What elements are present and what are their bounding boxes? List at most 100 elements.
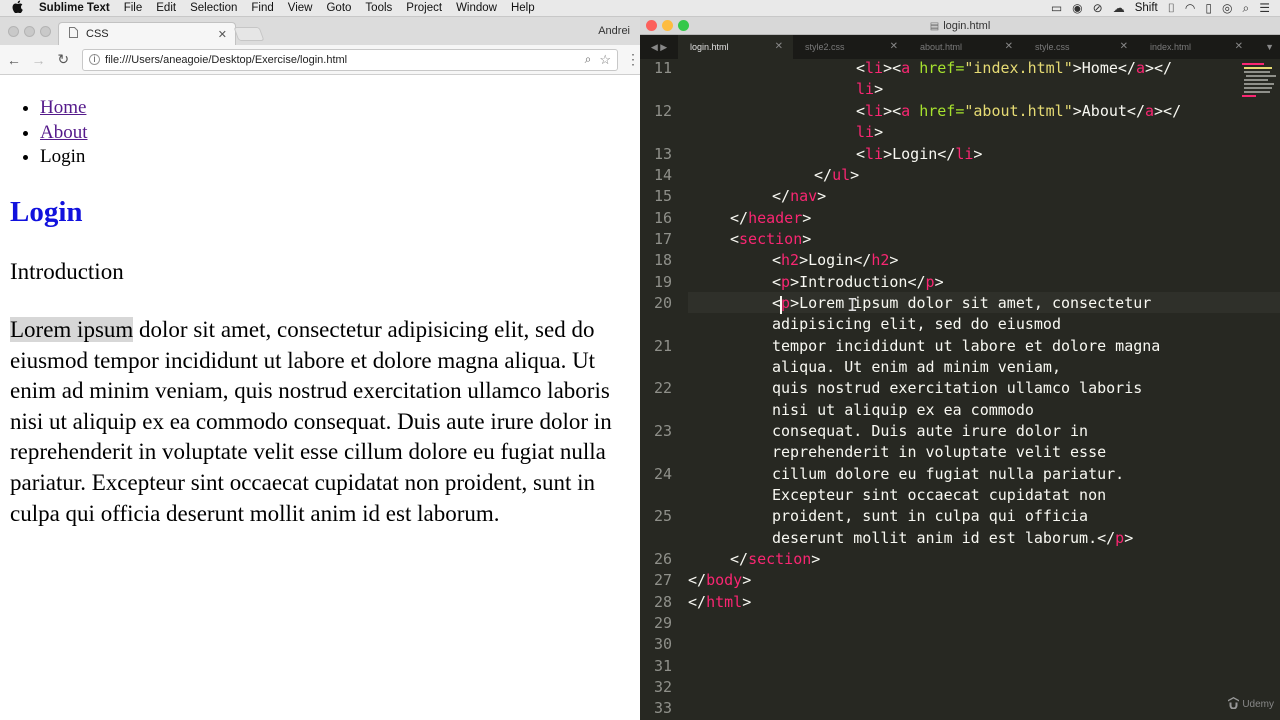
close-icon[interactable]: ✕	[218, 28, 227, 41]
browser-tab[interactable]: CSS ✕	[58, 22, 236, 45]
tab-dropdown-icon[interactable]: ▼	[1265, 42, 1274, 52]
close-icon[interactable]: ✕	[890, 41, 898, 52]
line-number: 13	[653, 145, 672, 163]
code-area[interactable]: <li><a href="index.html">Home</a></ li> …	[688, 59, 1233, 720]
editor-zoom-button[interactable]	[678, 20, 689, 31]
code-line: proident, sunt in culpa qui officia	[772, 507, 1089, 525]
screen-mirroring-icon[interactable]: ▭	[1051, 1, 1062, 15]
menu-edit[interactable]: Edit	[149, 2, 183, 14]
code-line: <li><a href="about.html">About</a></	[856, 102, 1182, 120]
forward-arrow-icon[interactable]: →	[28, 52, 50, 68]
file-icon: ▤	[929, 21, 940, 32]
editor-window-title: login.html	[943, 20, 991, 32]
line-number: 31	[653, 657, 672, 675]
code-line: <p>Lorem ipsum dolor sit amet, consectet…	[772, 294, 1152, 312]
menu-project[interactable]: Project	[399, 2, 449, 14]
code-line: </header>	[730, 209, 812, 227]
bookmark-star-icon[interactable]: ☆	[599, 52, 611, 68]
code-line: quis nostrud exercitation ullamco labori…	[772, 379, 1143, 397]
back-arrow-icon[interactable]: ←	[3, 52, 25, 68]
lorem-paragraph: Lorem ipsum dolor sit amet, consectetur …	[10, 315, 622, 529]
close-icon[interactable]: ✕	[1235, 41, 1243, 52]
record-icon[interactable]: ◉	[1072, 1, 1082, 15]
line-number: 28	[653, 593, 672, 611]
close-icon[interactable]: ✕	[1120, 41, 1128, 52]
line-number: 25	[653, 507, 672, 525]
battery-icon[interactable]: ▯	[1205, 1, 1212, 15]
menu-view[interactable]: View	[281, 2, 320, 14]
list-item: Login	[40, 145, 88, 170]
circle-slash-icon[interactable]: ⊘	[1093, 1, 1103, 15]
menu-bar: Sublime Text File Edit Selection Find Vi…	[0, 0, 1280, 17]
menu-find[interactable]: Find	[244, 2, 280, 14]
menu-selection[interactable]: Selection	[183, 2, 244, 14]
line-number: 20	[653, 294, 672, 312]
editor-tab[interactable]: about.html ✕	[908, 35, 1023, 59]
line-number: 12	[653, 102, 672, 120]
line-number: 14	[653, 166, 672, 184]
zoom-icon[interactable]: ⌕	[585, 52, 592, 67]
code-line: li>	[856, 123, 884, 141]
wifi-icon[interactable]: ◠	[1185, 1, 1195, 15]
minimap[interactable]	[1238, 59, 1278, 119]
nav-list: Home About Login	[40, 96, 88, 170]
window-close-button[interactable]	[8, 26, 19, 37]
editor-tab[interactable]: login.html ✕	[678, 35, 793, 59]
code-line: reprehenderit in voluptate velit esse	[772, 443, 1107, 461]
code-line: <p>Introduction</p>	[772, 273, 944, 291]
editor-tab[interactable]: style.css ✕	[1023, 35, 1138, 59]
nav-item-login: Login	[40, 146, 86, 167]
code-line: consequat. Duis aute irure dolor in	[772, 422, 1089, 440]
menu-file[interactable]: File	[117, 2, 150, 14]
line-number: 33	[653, 699, 672, 717]
line-number: 23	[653, 422, 672, 440]
spotlight-search-icon[interactable]: ⌕	[1243, 1, 1250, 16]
siri-icon[interactable]: ◎	[1222, 1, 1232, 15]
tab-scroll-arrows-icon[interactable]: ◀ ▶	[640, 42, 678, 53]
menu-window[interactable]: Window	[449, 2, 504, 14]
editor-tab[interactable]: index.html ✕	[1138, 35, 1253, 59]
new-tab-button[interactable]	[233, 27, 265, 41]
menu-goto[interactable]: Goto	[319, 2, 358, 14]
code-line: </body>	[688, 571, 752, 589]
window-minimize-button[interactable]	[24, 26, 35, 37]
status-icons: ▭ ◉ ⊘ ☁ Shift ⌷ ◠ ▯ ◎ ⌕ ☰	[1051, 1, 1280, 16]
editor-tab-label: about.html	[920, 42, 963, 52]
web-page-content: Home About Login Login Introduction Lore…	[0, 76, 640, 720]
address-bar[interactable]: i file:///Users/aneagoie/Desktop/Exercis…	[82, 48, 618, 71]
line-number: 22	[653, 379, 672, 397]
reload-icon[interactable]: ↻	[52, 51, 74, 68]
close-icon[interactable]: ✕	[775, 41, 783, 52]
editor-minimize-button[interactable]	[662, 20, 673, 31]
info-icon[interactable]: i	[89, 54, 101, 65]
document-icon	[69, 27, 78, 41]
editor-close-button[interactable]	[646, 20, 657, 31]
close-icon[interactable]: ✕	[1005, 41, 1013, 52]
nav-link-about[interactable]: About	[40, 122, 88, 143]
editor-tab-label: style2.css	[805, 42, 845, 52]
menu-app-sublime-text[interactable]: Sublime Text	[34, 2, 117, 14]
code-line: Excepteur sint occaecat cupidatat non	[772, 486, 1107, 504]
line-number: 17	[653, 230, 672, 248]
line-number: 21	[653, 337, 672, 355]
notification-center-icon[interactable]: ☰	[1259, 1, 1270, 15]
editor-tab[interactable]: style2.css ✕	[793, 35, 908, 59]
menu-tools[interactable]: Tools	[358, 2, 399, 14]
menu-help[interactable]: Help	[504, 2, 542, 14]
code-line: li>	[856, 80, 884, 98]
url-text: file:///Users/aneagoie/Desktop/Exercise/…	[105, 53, 348, 66]
intro-paragraph: Introduction	[10, 259, 124, 284]
apple-icon[interactable]	[0, 0, 34, 16]
page-heading: Login	[10, 196, 83, 228]
udemy-label: Udemy	[1242, 699, 1274, 710]
line-number-gutter: 11 12 13 14 15 16 17 18 19 20 21 22 23 24 25 26 27 28 29 30…	[640, 59, 684, 720]
selected-text: Lorem ipsum	[10, 317, 134, 342]
list-item: About	[40, 121, 88, 146]
code-line: nisi ut aliquip ex ea commodo	[772, 401, 1034, 419]
cloud-icon[interactable]: ☁	[1113, 1, 1125, 15]
profile-name[interactable]: Andrei	[598, 25, 630, 37]
shift-indicator: Shift	[1134, 2, 1158, 14]
nav-link-home[interactable]: Home	[40, 97, 86, 118]
mouse-icon[interactable]: ⌷	[1168, 1, 1175, 16]
window-zoom-button[interactable]	[40, 26, 51, 37]
